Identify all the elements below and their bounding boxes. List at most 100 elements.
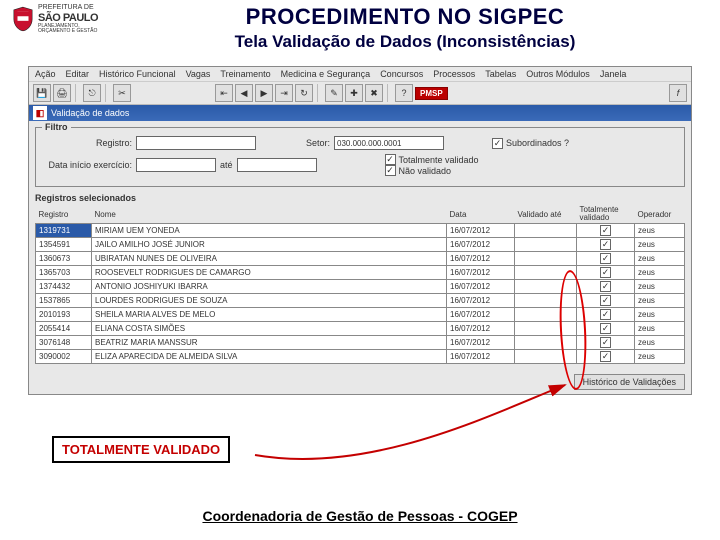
cell-op: zeus bbox=[635, 336, 685, 350]
registros-section-label: Registros selecionados bbox=[35, 193, 685, 203]
menu-item[interactable]: Treinamento bbox=[220, 69, 270, 79]
cut-icon[interactable]: ✂ bbox=[113, 84, 131, 102]
menu-item[interactable]: Histórico Funcional bbox=[99, 69, 176, 79]
naovalid-checkbox[interactable]: ✓ bbox=[385, 165, 396, 176]
cell-tot: ✓ bbox=[577, 308, 635, 322]
menu-item[interactable]: Editar bbox=[66, 69, 90, 79]
table-row[interactable]: 1319731MIRIAM UEM YONEDA16/07/2012✓zeus bbox=[36, 224, 685, 238]
cell-tot: ✓ bbox=[577, 322, 635, 336]
cell-data: 16/07/2012 bbox=[447, 322, 515, 336]
cell-valate bbox=[515, 224, 577, 238]
cell-nome: ELIZA APARECIDA DE ALMEIDA SILVA bbox=[92, 350, 447, 364]
window-icon: ◧ bbox=[33, 106, 47, 120]
cell-registro: 2010193 bbox=[36, 308, 92, 322]
menu-item[interactable]: Ação bbox=[35, 69, 56, 79]
cell-op: zeus bbox=[635, 266, 685, 280]
cell-nome: JAILO AMILHO JOSÉ JUNIOR bbox=[92, 238, 447, 252]
cell-tot: ✓ bbox=[577, 238, 635, 252]
next-icon[interactable]: ▶ bbox=[255, 84, 273, 102]
cell-nome: SHEILA MARIA ALVES DE MELO bbox=[92, 308, 447, 322]
exit-icon[interactable]: ⎋ bbox=[83, 84, 101, 102]
cell-data: 16/07/2012 bbox=[447, 224, 515, 238]
table-row[interactable]: 3090002ELIZA APARECIDA DE ALMEIDA SILVA1… bbox=[36, 350, 685, 364]
tool-icon[interactable]: ✎ bbox=[325, 84, 343, 102]
subwindow-title: Validação de dados bbox=[51, 108, 129, 118]
col-nome: Nome bbox=[92, 205, 447, 224]
subordinados-label: Subordinados ? bbox=[506, 138, 569, 148]
cell-op: zeus bbox=[635, 322, 685, 336]
slide-title: PROCEDIMENTO NO SIGPEC bbox=[102, 4, 708, 30]
cell-data: 16/07/2012 bbox=[447, 308, 515, 322]
save-icon[interactable]: 💾 bbox=[33, 84, 51, 102]
menu-item[interactable]: Concursos bbox=[380, 69, 423, 79]
prev-icon[interactable]: ◀ bbox=[235, 84, 253, 102]
col-valate: Validado até bbox=[515, 205, 577, 224]
menu-item[interactable]: Outros Módulos bbox=[526, 69, 590, 79]
menu-item[interactable]: Vagas bbox=[186, 69, 211, 79]
print-icon[interactable]: 🖨 bbox=[53, 84, 71, 102]
cell-registro: 1360673 bbox=[36, 252, 92, 266]
tool-icon[interactable]: ✖ bbox=[365, 84, 383, 102]
function-icon[interactable]: f bbox=[669, 84, 687, 102]
help-icon[interactable]: ? bbox=[395, 84, 413, 102]
data-fim-input[interactable] bbox=[237, 158, 317, 172]
pmsp-badge: PMSP bbox=[415, 87, 448, 100]
data-ini-input[interactable] bbox=[136, 158, 216, 172]
setor-label: Setor: bbox=[260, 138, 330, 148]
cell-tot: ✓ bbox=[577, 350, 635, 364]
cell-op: zeus bbox=[635, 238, 685, 252]
cell-op: zeus bbox=[635, 294, 685, 308]
table-row[interactable]: 1354591JAILO AMILHO JOSÉ JUNIOR16/07/201… bbox=[36, 238, 685, 252]
table-row[interactable]: 2010193SHEILA MARIA ALVES DE MELO16/07/2… bbox=[36, 308, 685, 322]
first-icon[interactable]: ⇤ bbox=[215, 84, 233, 102]
cell-tot: ✓ bbox=[577, 252, 635, 266]
cell-registro: 3076148 bbox=[36, 336, 92, 350]
historico-button[interactable]: Histórico de Validações bbox=[574, 374, 685, 390]
app-window: Ação Editar Histórico Funcional Vagas Tr… bbox=[28, 66, 692, 395]
slide-subtitle: Tela Validação de Dados (Inconsistências… bbox=[102, 32, 708, 52]
table-row[interactable]: 1360673UBIRATAN NUNES DE OLIVEIRA16/07/2… bbox=[36, 252, 685, 266]
col-op: Operador bbox=[635, 205, 685, 224]
cell-data: 16/07/2012 bbox=[447, 252, 515, 266]
menu-bar: Ação Editar Histórico Funcional Vagas Tr… bbox=[29, 67, 691, 82]
cell-data: 16/07/2012 bbox=[447, 238, 515, 252]
last-icon[interactable]: ⇥ bbox=[275, 84, 293, 102]
menu-item[interactable]: Processos bbox=[433, 69, 475, 79]
filtro-title: Filtro bbox=[42, 122, 71, 132]
cell-valate bbox=[515, 238, 577, 252]
org-logo: PREFEITURA DE SÃO PAULO PLANEJAMENTO, OR… bbox=[12, 4, 102, 35]
logo-city: SÃO PAULO bbox=[38, 12, 98, 24]
menu-item[interactable]: Tabelas bbox=[485, 69, 516, 79]
menu-item[interactable]: Janela bbox=[600, 69, 627, 79]
cell-registro: 1319731 bbox=[36, 224, 92, 238]
totvalid-checkbox[interactable]: ✓ bbox=[385, 154, 396, 165]
table-row[interactable]: 3076148BEATRIZ MARIA MANSSUR16/07/2012✓z… bbox=[36, 336, 685, 350]
menu-item[interactable]: Medicina e Segurança bbox=[281, 69, 371, 79]
cell-tot: ✓ bbox=[577, 266, 635, 280]
cell-data: 16/07/2012 bbox=[447, 266, 515, 280]
col-registro: Registro bbox=[36, 205, 92, 224]
cell-nome: MIRIAM UEM YONEDA bbox=[92, 224, 447, 238]
registro-input[interactable] bbox=[136, 136, 256, 150]
cell-valate bbox=[515, 336, 577, 350]
cell-nome: UBIRATAN NUNES DE OLIVEIRA bbox=[92, 252, 447, 266]
table-row[interactable]: 1537865LOURDES RODRIGUES DE SOUZA16/07/2… bbox=[36, 294, 685, 308]
cell-op: zeus bbox=[635, 308, 685, 322]
table-row[interactable]: 1374432ANTONIO JOSHIYUKI IBARRA16/07/201… bbox=[36, 280, 685, 294]
table-row[interactable]: 2055414ELIANA COSTA SIMÕES16/07/2012✓zeu… bbox=[36, 322, 685, 336]
tool-icon[interactable]: ✚ bbox=[345, 84, 363, 102]
logo-line1: PREFEITURA DE bbox=[38, 4, 98, 12]
cell-registro: 1354591 bbox=[36, 238, 92, 252]
logo-line3: PLANEJAMENTO, ORÇAMENTO E GESTÃO bbox=[38, 24, 98, 35]
refresh-icon[interactable]: ↻ bbox=[295, 84, 313, 102]
cell-op: zeus bbox=[635, 224, 685, 238]
cell-registro: 1537865 bbox=[36, 294, 92, 308]
subordinados-checkbox[interactable]: ✓ bbox=[492, 138, 503, 149]
naovalid-label: Não validado bbox=[399, 166, 452, 176]
cell-op: zeus bbox=[635, 280, 685, 294]
cell-registro: 1365703 bbox=[36, 266, 92, 280]
annotation-arrow bbox=[250, 380, 590, 480]
totvalid-label: Totalmente validado bbox=[399, 155, 479, 165]
table-row[interactable]: 1365703ROOSEVELT RODRIGUES DE CAMARGO16/… bbox=[36, 266, 685, 280]
setor-input[interactable]: 030.000.000.0001 bbox=[334, 136, 444, 150]
